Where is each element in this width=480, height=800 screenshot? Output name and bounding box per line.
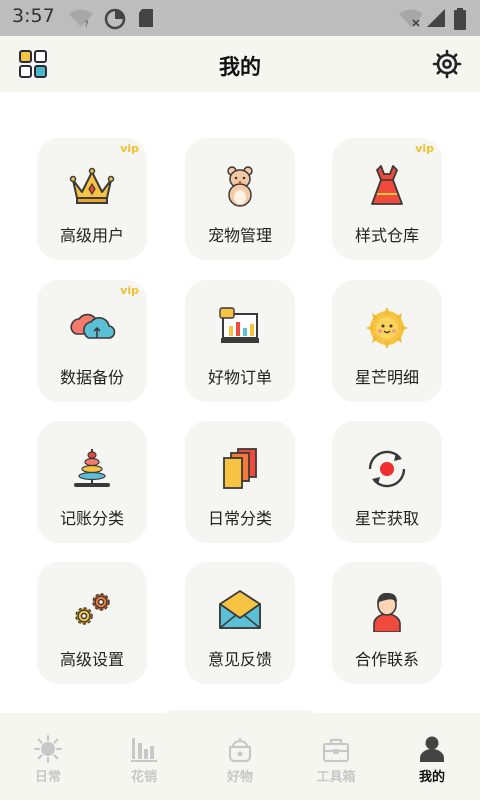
grid-item-goods-orders[interactable]: 好物订单	[185, 280, 295, 402]
grid-item-label: 记账分类	[59, 509, 124, 528]
grid-item-label: 宠物管理	[207, 226, 272, 245]
nav-label: 花销	[130, 770, 157, 785]
wifi-off-icon	[399, 9, 423, 27]
grid-item-premium-user[interactable]: vip 高级用户	[37, 138, 147, 260]
sun-outline-icon	[34, 735, 62, 763]
user-icon	[420, 736, 444, 762]
bar-chart-icon	[131, 738, 157, 762]
grid-item-accounting-categories[interactable]: 记账分类	[37, 421, 147, 543]
grid-item-style-store[interactable]: vip 样式仓库	[332, 138, 442, 260]
grid-item-label: 样式仓库	[354, 226, 419, 245]
nav-label: 日常	[34, 770, 61, 785]
grid-item-label: 意见反馈	[207, 650, 272, 669]
person-icon	[373, 592, 401, 632]
nav-label: 我的	[418, 770, 445, 785]
grid-item-label: 合作联系	[354, 650, 419, 669]
grid-item-get-stars[interactable]: 星芒获取	[332, 421, 442, 543]
cloud-sync-icon	[70, 313, 116, 339]
grid-item-label: 高级用户	[59, 226, 124, 245]
wifi-question-icon: ?	[69, 9, 93, 28]
gear-icon[interactable]	[432, 49, 462, 79]
record-refresh-icon	[368, 450, 406, 488]
svg-text:?: ?	[84, 20, 89, 28]
sun-icon	[366, 307, 408, 349]
nav-daily[interactable]: 日常	[0, 713, 96, 800]
vip-badge: vip	[120, 284, 139, 297]
status-time: 3:57	[12, 5, 55, 27]
grid-item-data-backup[interactable]: vip 数据备份	[37, 280, 147, 402]
grid-item-label: 好物订单	[207, 368, 272, 387]
gears-icon	[75, 593, 110, 625]
order-board-icon	[219, 307, 259, 343]
grid-item-label: 数据备份	[59, 368, 124, 387]
grid-item-label: 日常分类	[207, 509, 272, 528]
hamster-icon	[227, 166, 253, 207]
vip-badge: vip	[415, 142, 434, 155]
app-header: 我的	[0, 36, 480, 92]
grid-item-cooperation-contact[interactable]: 合作联系	[332, 562, 442, 684]
grid-item-feedback[interactable]: 意见反馈	[185, 562, 295, 684]
grid-item-pet-management[interactable]: 宠物管理	[185, 138, 295, 260]
nav-label: 工具箱	[316, 770, 356, 785]
grid-item-advanced-settings[interactable]: 高级设置	[37, 562, 147, 684]
grid-item-star-details[interactable]: 星芒明细	[332, 280, 442, 402]
pot-icon	[228, 738, 252, 763]
crown-icon	[69, 167, 115, 204]
grid-item-label: 星芒明细	[354, 368, 419, 387]
status-bar: 3:57 ?	[0, 0, 480, 36]
grid-item-label: 星芒获取	[354, 509, 419, 528]
toolbox-icon	[322, 738, 350, 763]
battery-icon	[454, 8, 466, 30]
grid-item-label: 高级设置	[59, 650, 124, 669]
nav-toolbox[interactable]: 工具箱	[288, 713, 384, 800]
dress-icon	[371, 165, 403, 205]
stacking-rings-icon	[74, 449, 110, 487]
data-saver-icon	[104, 8, 126, 30]
page-title: 我的	[219, 55, 261, 79]
vip-badge: vip	[120, 142, 139, 155]
nav-label: 好物	[226, 770, 253, 785]
mail-icon	[219, 590, 261, 629]
bottom-nav: 日常 花销 好物 工具箱 我的	[0, 713, 480, 800]
nav-mine[interactable]: 我的	[384, 713, 480, 800]
nav-expenses[interactable]: 花销	[96, 713, 192, 800]
nav-goods[interactable]: 好物	[192, 713, 288, 800]
sd-card-icon	[139, 9, 153, 27]
cards-icon	[223, 448, 257, 489]
signal-icon	[427, 9, 445, 27]
grid-item-daily-categories[interactable]: 日常分类	[185, 421, 295, 543]
